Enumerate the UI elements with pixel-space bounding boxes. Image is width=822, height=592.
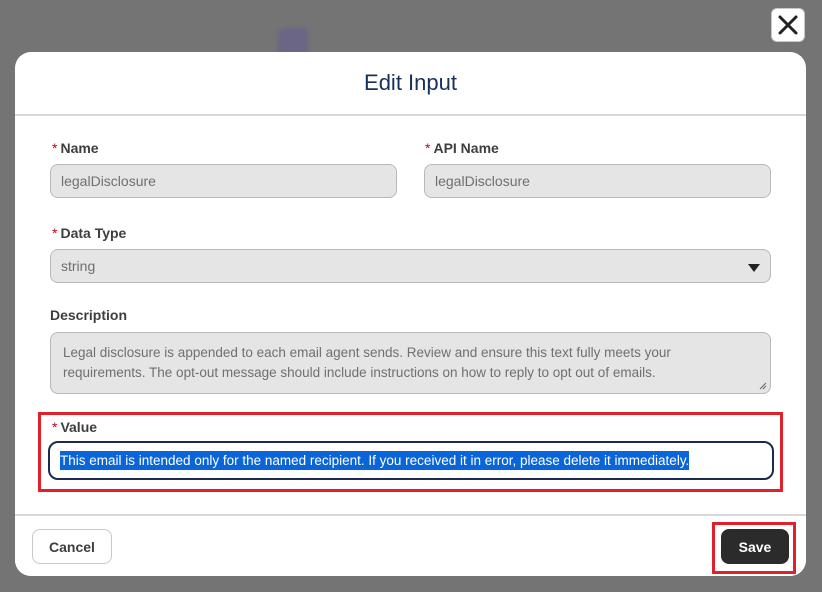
resize-grip-icon[interactable] [759,382,767,390]
api-name-label-text: API Name [433,140,499,156]
value-label-text: Value [60,419,98,435]
data-type-label-text: Data Type [60,225,127,241]
chevron-down-icon [748,264,760,272]
cancel-button[interactable]: Cancel [32,529,112,564]
value-input-selected-text: This email is intended only for the name… [60,451,690,470]
required-marker: * [52,225,58,241]
modal-header: Edit Input [15,52,806,116]
description-line-2: requirements. The opt-out message should… [63,365,656,380]
required-marker: * [52,140,58,156]
api-name-input[interactable]: legalDisclosure [424,164,771,198]
modal-body: * Name legalDisclosure * API Name legalDis… [15,116,806,512]
name-label: * Name [52,140,99,156]
required-marker: * [52,419,58,435]
value-label: * Value [52,419,97,435]
description-textarea[interactable]: Legal disclosure is appended to each ema… [50,332,771,394]
name-input-value: legalDisclosure [61,173,156,189]
name-input[interactable]: legalDisclosure [50,164,397,198]
value-input[interactable]: This email is intended only for the name… [48,441,774,480]
edit-input-modal: Edit Input * Name legalDisclosure * API Na… [15,52,806,576]
description-label-text: Description [50,307,128,323]
modal-title: Edit Input [364,70,457,95]
data-type-select-value: string [61,258,96,274]
data-type-label: * Data Type [52,225,126,241]
api-name-input-value: legalDisclosure [435,173,530,189]
close-icon [778,15,798,35]
save-button[interactable]: Save [721,529,789,564]
description-line-1: Legal disclosure is appended to each ema… [63,345,671,360]
api-name-label: * API Name [425,140,499,156]
description-label: Description [50,307,127,323]
required-marker: * [425,140,431,156]
data-type-select[interactable]: string [50,249,771,283]
modal-footer: Cancel Save [15,514,806,576]
name-label-text: Name [60,140,99,156]
close-button[interactable] [771,8,805,42]
